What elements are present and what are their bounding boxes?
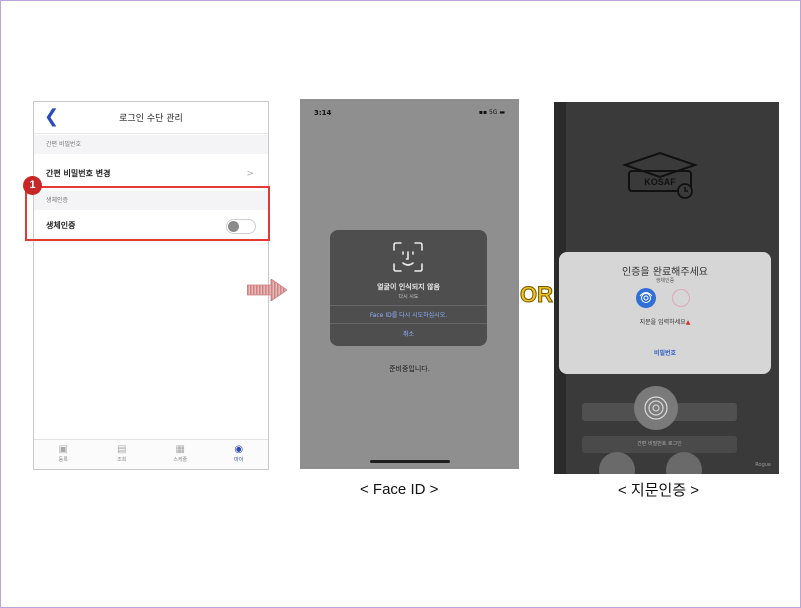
brand-text: Rogue [755,462,771,468]
document-icon: ▣ [58,444,68,455]
page-title: 로그인 수단 관리 [119,114,183,124]
tab-my[interactable]: ◉ 마이 [210,440,269,469]
fingerprint-icon[interactable] [636,288,656,308]
signal-icon: ▪▪ [478,109,488,116]
search-doc-icon: ▤ [117,444,127,455]
change-password-row[interactable]: 간편 비밀번호 변경 > [34,160,268,188]
logo-text: KOSAF [644,177,676,187]
home-indicator [370,460,450,463]
chevron-right-icon: > [246,169,254,179]
status-network: ▪▪ 5G ▬ [479,109,505,116]
fingerprint-instruction: 지문을 입력하세요▲ [639,319,691,326]
tab-bar: ▣ 등록 ▤ 조회 ▦ 스케줄 ◉ 마이 [34,439,268,469]
auth-title: 인증을 완료해주세요 [622,267,708,278]
fingerprint-sensor-icon[interactable] [634,386,678,430]
divider [330,305,487,306]
tab-label: 마이 [234,457,244,463]
cancel-button[interactable]: 취소 [330,329,487,338]
divider [330,323,487,324]
tab-label: 조회 [117,457,127,463]
step-marker: 1 [23,176,42,195]
status-time: 3:14 [314,109,332,117]
faceid-phone-screen: 3:14 ▪▪ 5G ▬ 얼굴이 인식되지 않음 다시 시도 Face ID를 … [300,99,519,469]
faceid-caption: < Face ID > [360,481,439,498]
forward-circle-button[interactable] [666,452,702,474]
biometric-highlight-box [25,186,270,241]
simple-password-login-button[interactable]: 간편 비밀번호 로그인 [582,436,737,453]
face-auth-icon[interactable] [672,289,690,307]
faceid-message: 얼굴이 인식되지 않음 [377,283,440,291]
faceid-sub: 다시 시도 [398,294,419,300]
password-button[interactable]: 비밀번호 [559,348,771,357]
tab-register[interactable]: ▣ 등록 [34,440,93,469]
arrow-right-icon [247,279,287,301]
faceid-dialog: 얼굴이 인식되지 않음 다시 시도 Face ID를 다시 시도하십시오. 취소 [330,230,487,346]
face-id-icon [393,242,423,272]
kosaf-logo-icon: KOSAF [621,151,699,199]
preparing-text: 준비중입니다. [389,365,430,373]
calendar-icon: ▦ [175,444,185,455]
change-password-label: 간편 비밀번호 변경 [46,169,111,178]
or-label: OR [520,282,554,308]
settings-phone-screen: ❮ 로그인 수단 관리 간편 비밀번호 간편 비밀번호 변경 > 생체인증 생체… [33,101,269,470]
nav-bar: ❮ 로그인 수단 관리 [34,102,268,134]
fingerprint-caption: < 지문인증 > [618,482,700,499]
tab-label: 등록 [58,457,68,463]
auth-sub: 생체인증 [655,278,675,284]
network-label: 5G [488,109,498,116]
tab-schedule[interactable]: ▦ 스케줄 [151,440,210,469]
retry-faceid-button[interactable]: Face ID를 다시 시도하십시오. [330,310,487,319]
tab-label: 스케줄 [173,457,188,463]
auth-dialog: 인증을 완료해주세요 생체인증 지문을 입력하세요▲ 비밀번호 [559,252,771,374]
tab-inquiry[interactable]: ▤ 조회 [93,440,152,469]
fingerprint-phone-screen: KOSAF 인증을 완료해주세요 생체인증 지문을 입력하세요▲ 비밀번호 간편… [554,102,779,474]
user-icon: ◉ [234,444,244,455]
back-circle-button[interactable] [599,452,635,474]
battery-icon: ▬ [499,109,505,116]
section-simple-password: 간편 비밀번호 [34,135,268,154]
